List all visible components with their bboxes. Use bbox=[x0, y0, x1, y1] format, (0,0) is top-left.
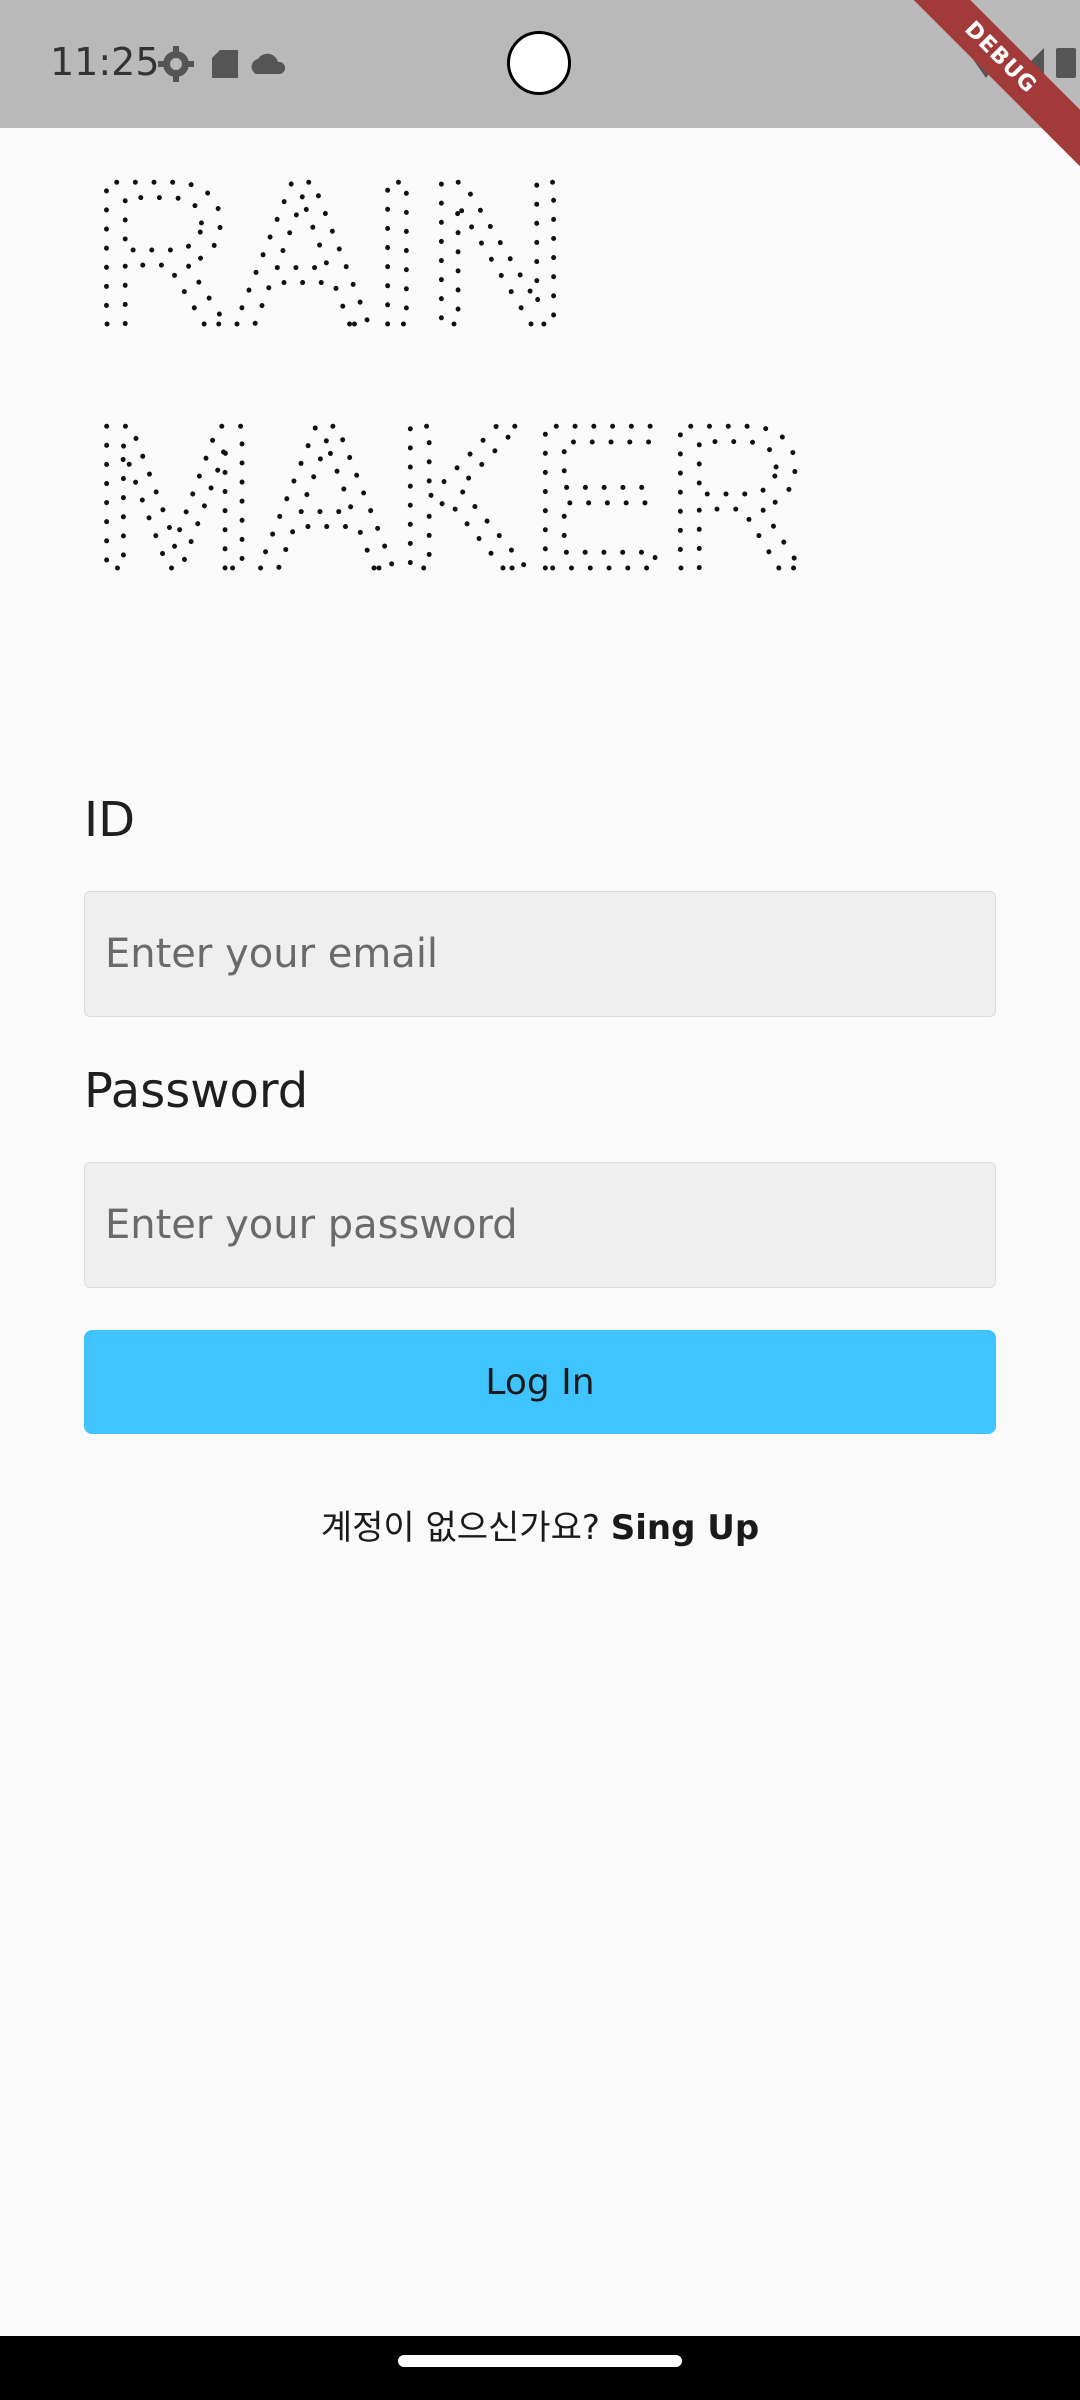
battery-icon bbox=[1056, 48, 1076, 78]
password-input[interactable] bbox=[84, 1162, 996, 1288]
email-input[interactable] bbox=[84, 891, 996, 1017]
status-bar: 11:25 bbox=[0, 0, 1080, 128]
cloud-icon bbox=[251, 53, 286, 74]
sd-card-icon bbox=[212, 50, 238, 78]
logo-line-maker: MAKER bbox=[90, 382, 810, 608]
signup-link[interactable]: Sing Up bbox=[611, 1508, 759, 1548]
login-button[interactable]: Log In bbox=[84, 1330, 996, 1434]
status-time: 11:25 bbox=[50, 40, 160, 84]
signup-row: 계정이 없으신가요? Sing Up bbox=[0, 1500, 1080, 1549]
rainmaker-logo: RAIN MAKER bbox=[88, 136, 813, 609]
home-indicator[interactable] bbox=[398, 2355, 682, 2367]
id-label: ID bbox=[84, 792, 136, 848]
settings-gear-icon bbox=[158, 46, 194, 82]
logo-line-rain: RAIN bbox=[90, 138, 570, 368]
status-left-icons bbox=[158, 44, 298, 89]
password-label: Password bbox=[84, 1063, 309, 1119]
navigation-bar bbox=[0, 2336, 1080, 2400]
camera-cutout bbox=[507, 31, 571, 95]
signup-prompt: 계정이 없으신가요? bbox=[320, 1508, 600, 1548]
